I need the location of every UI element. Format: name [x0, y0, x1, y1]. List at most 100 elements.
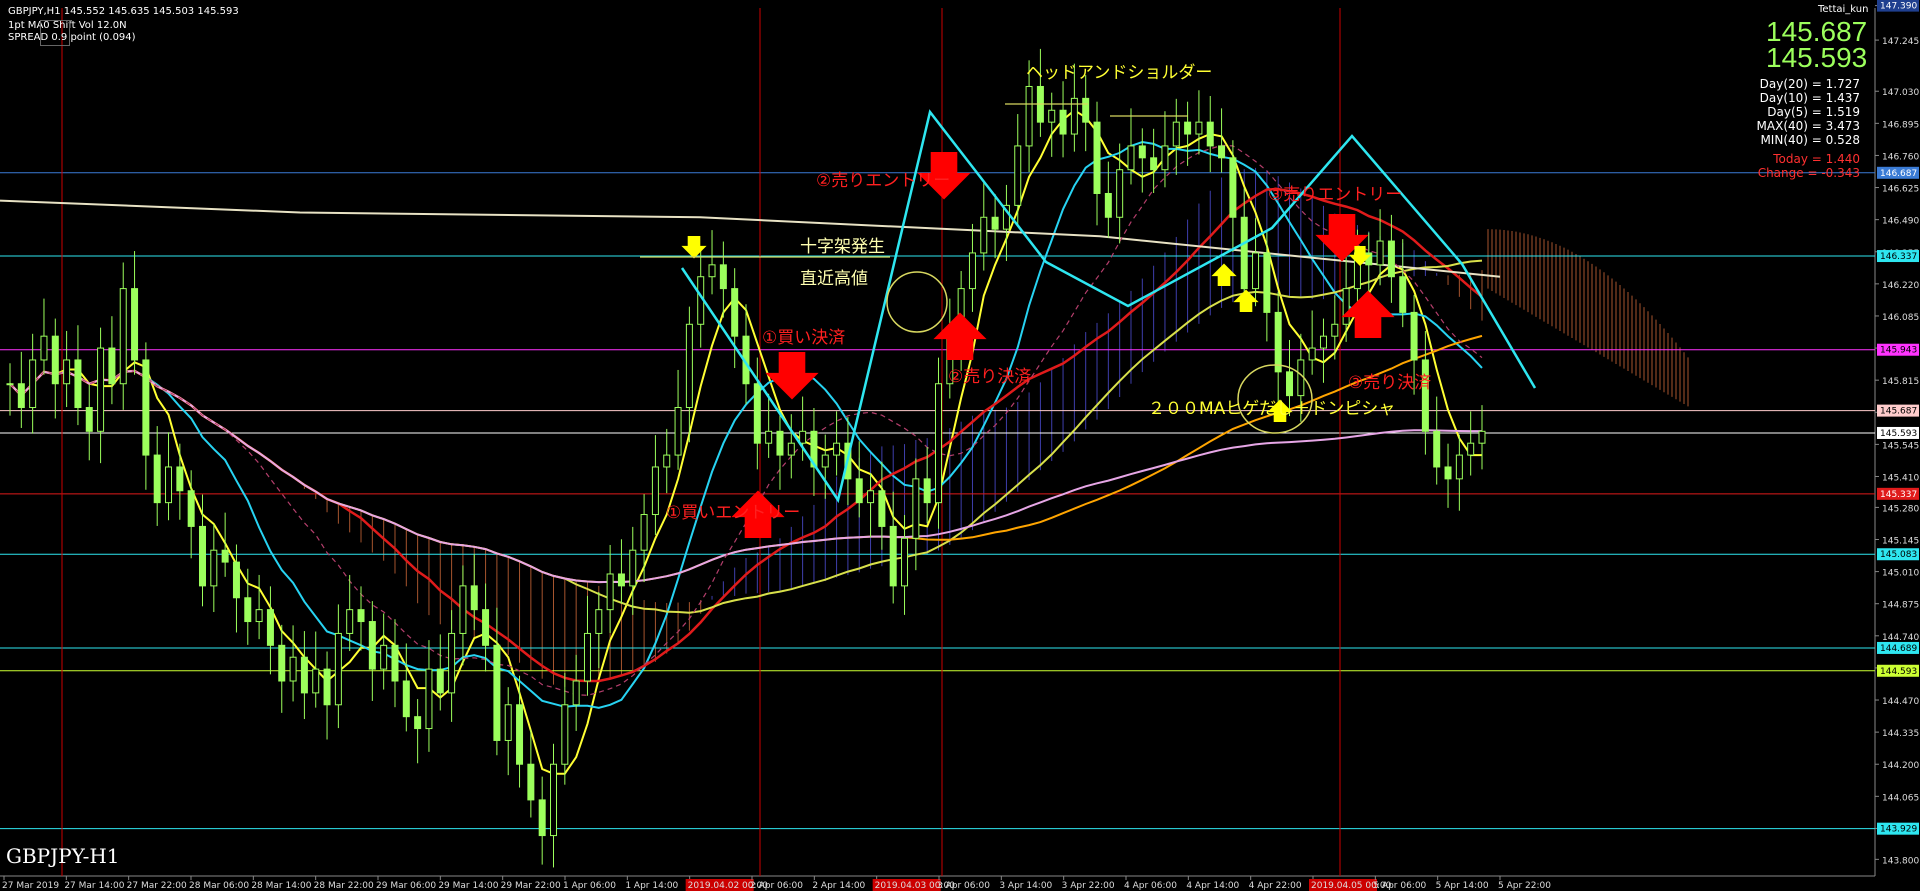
- chart-header-line1: GBPJPY,H1 145.552 145.635 145.503 145.59…: [8, 6, 239, 17]
- ma200-label: ２００MAヒゲだし＋ドンピシャ: [1148, 399, 1396, 419]
- candle-body: [923, 478, 931, 504]
- candle-body: [1025, 85, 1033, 147]
- candle-body: [425, 668, 433, 730]
- change-value: Change = -0.343: [1757, 166, 1860, 180]
- sell-entry-2-label: ②売りエントリー: [816, 171, 951, 191]
- chart-grid: [0, 0, 1920, 891]
- x-tick-label: 2 Apr 14:00: [812, 881, 865, 891]
- candle-body: [1399, 276, 1407, 313]
- candle-body: [855, 478, 863, 504]
- candle-body: [572, 680, 580, 706]
- y-tick-label: 145.280: [1882, 504, 1919, 514]
- candle-body: [1116, 169, 1124, 218]
- x-tick-label: 5 Apr 06:00: [1373, 881, 1426, 891]
- chart-menu-icon[interactable]: [40, 20, 70, 46]
- price-axis: 147.390 147.245 147.030 146.895 146.760 146.6…: [1875, 0, 1919, 866]
- candle-body: [1059, 109, 1067, 135]
- candle-body: [1478, 430, 1486, 444]
- candle-body: [357, 609, 365, 623]
- y-tick-label: 143.800: [1882, 856, 1919, 866]
- candle-body: [1172, 121, 1180, 147]
- candle-body: [51, 335, 59, 385]
- candle-body: [414, 716, 422, 730]
- candle-body: [663, 454, 671, 468]
- candle-body: [504, 704, 512, 741]
- candle-body: [131, 288, 139, 361]
- candle-body: [1127, 145, 1135, 171]
- candle-body: [674, 407, 682, 456]
- x-tick-label: 1 Apr 14:00: [625, 881, 678, 891]
- y-tick-label: 144.875: [1882, 601, 1919, 611]
- stat-2: Day(5) = 1.519: [1767, 105, 1860, 119]
- candle-body: [901, 537, 909, 587]
- candle-body: [878, 490, 886, 527]
- candle-body: [776, 430, 784, 456]
- candle-body: [912, 478, 920, 539]
- price-badge-label: 143.929: [1880, 825, 1917, 835]
- candle-body: [821, 454, 829, 468]
- candle-body: [1104, 192, 1112, 218]
- candle-body: [1274, 311, 1282, 373]
- y-tick-label: 144.335: [1882, 729, 1919, 739]
- candle-body: [753, 383, 761, 444]
- candle-body: [1093, 121, 1101, 194]
- candle-body: [1218, 145, 1226, 159]
- chart-header-line3: SPREAD 0.9 point (0.094): [8, 32, 136, 43]
- y-tick-label: 144.200: [1882, 761, 1919, 771]
- candle-body: [1376, 240, 1384, 266]
- x-tick-label: 28 Mar 22:00: [314, 881, 374, 891]
- candle-body: [1444, 466, 1452, 480]
- candle-body: [1433, 430, 1441, 468]
- candle-body: [187, 490, 195, 527]
- candle-body: [493, 644, 501, 741]
- candle-body: [312, 668, 320, 694]
- today-range: Today = 1.440: [1773, 152, 1860, 166]
- candle-body: [1150, 157, 1158, 171]
- x-tick-label: 5 Apr 14:00: [1436, 881, 1489, 891]
- candle-body: [719, 264, 727, 290]
- candle-body: [833, 442, 841, 456]
- x-tick-label: 27 Mar 22:00: [127, 881, 187, 891]
- y-tick-label: 145.145: [1882, 537, 1919, 547]
- candle-body: [629, 549, 637, 587]
- candle-body: [289, 656, 297, 682]
- candle-body: [550, 763, 558, 837]
- stat-4: MIN(40) = 0.528: [1760, 133, 1860, 147]
- candle-body: [595, 609, 603, 634]
- candle-body: [97, 347, 105, 432]
- stat-0: Day(20) = 1.727: [1759, 77, 1860, 91]
- candle-body: [165, 466, 173, 504]
- candle-body: [1342, 288, 1350, 325]
- ask-price: 145.593: [1766, 42, 1868, 73]
- x-tick-label: 4 Apr 22:00: [1249, 881, 1302, 891]
- candle-body: [176, 466, 184, 492]
- price-badge-label: 146.687: [1880, 169, 1917, 179]
- y-tick-label: 146.760: [1882, 152, 1919, 162]
- y-tick-label: 146.490: [1882, 217, 1919, 227]
- sell-close-3-label: ③売り決済: [1348, 373, 1432, 393]
- y-tick-label: 145.815: [1882, 377, 1919, 387]
- y-tick-label: 147.030: [1882, 88, 1919, 98]
- price-badge-label: 147.390: [1880, 2, 1917, 12]
- x-tick-label: 29 Mar 14:00: [438, 881, 498, 891]
- candle-body: [1229, 157, 1237, 218]
- candle-body: [1014, 145, 1022, 206]
- candle-body: [482, 609, 490, 646]
- candle-body: [1308, 347, 1316, 361]
- x-tick-label: 27 Mar 2019: [2, 881, 59, 891]
- x-tick-label: 29 Mar 22:00: [501, 881, 561, 891]
- candle-body: [1195, 121, 1203, 135]
- candle-body: [459, 585, 467, 634]
- range-stats: Day(20) = 1.727 Day(10) = 1.437 Day(5) = 1…: [1700, 77, 1860, 147]
- candle-body: [991, 216, 999, 230]
- y-tick-label: 145.010: [1882, 569, 1919, 579]
- candle-body: [1297, 359, 1305, 397]
- candle-body: [889, 525, 897, 587]
- candle-body: [266, 609, 274, 646]
- candle-body: [1048, 109, 1056, 123]
- x-tick-label: 3 Apr 14:00: [999, 881, 1052, 891]
- candle-body: [1082, 97, 1090, 123]
- candle-body: [731, 288, 739, 337]
- candle-body: [538, 799, 546, 837]
- candle-body: [119, 288, 127, 385]
